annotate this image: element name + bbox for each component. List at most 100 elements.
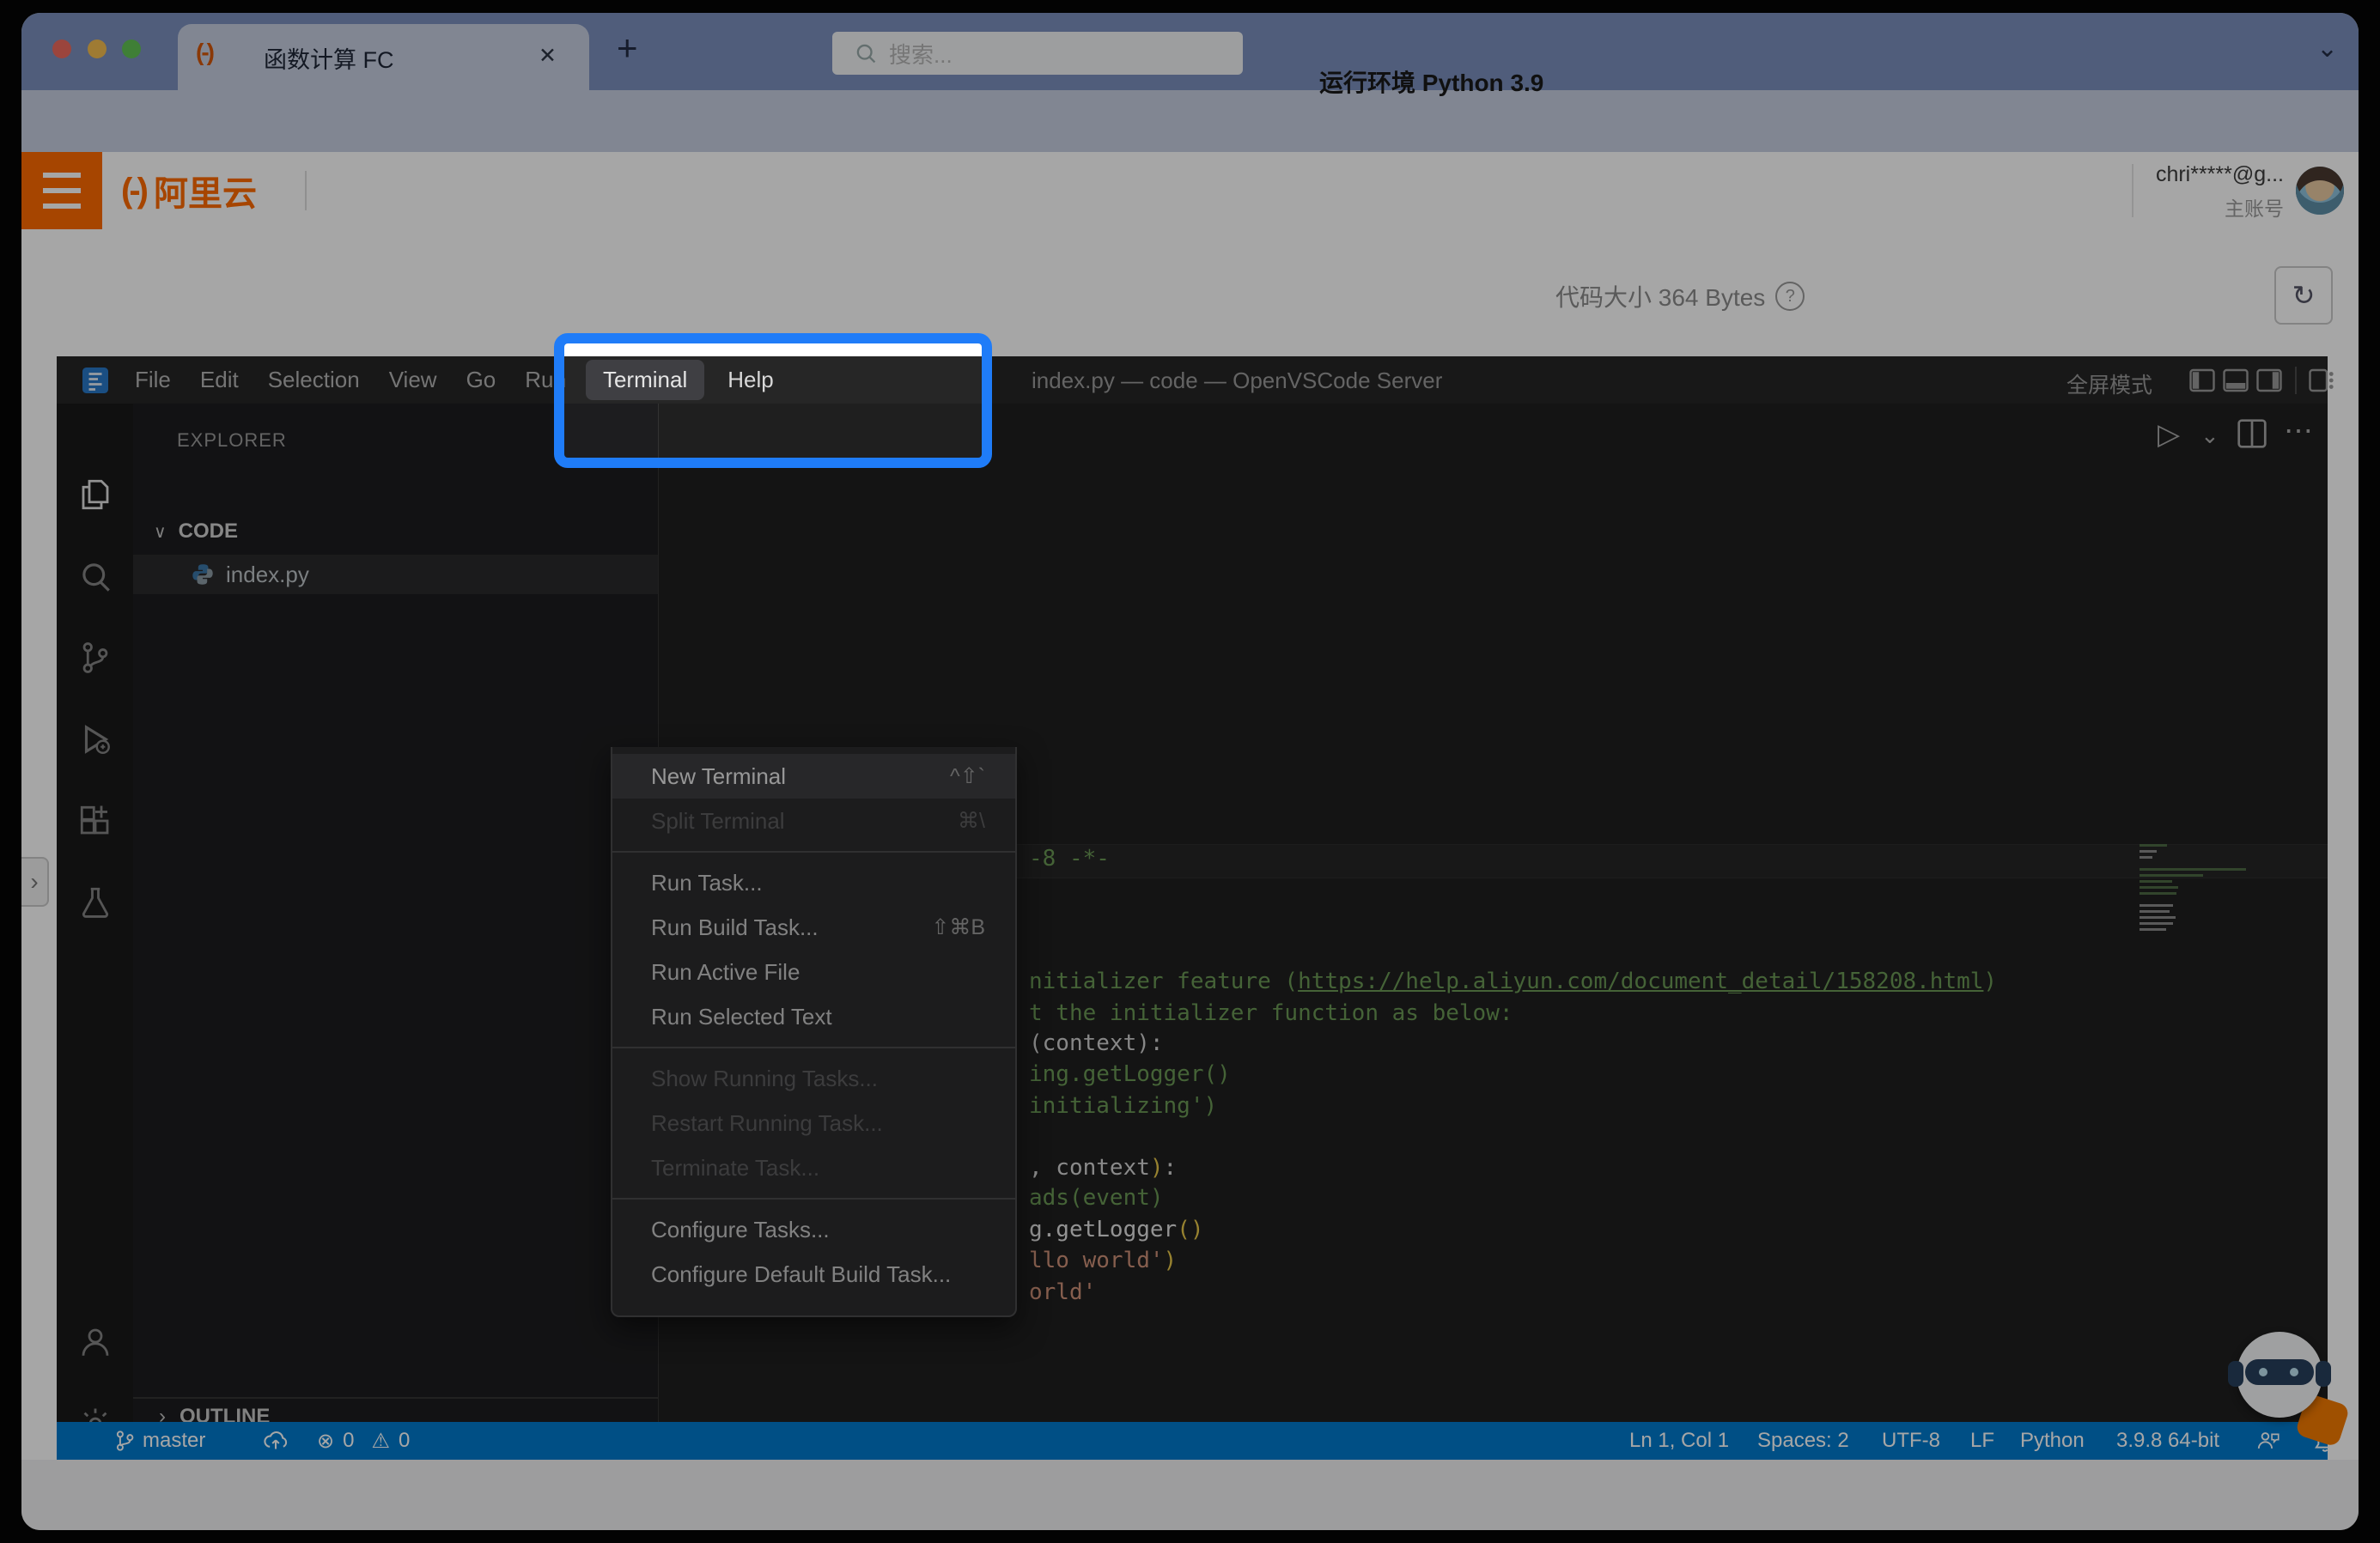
hamburger-line [43,204,81,209]
indentation-item[interactable]: Spaces: 2 [1757,1422,1849,1460]
console-search[interactable]: 搜索... [832,32,1243,75]
python-file-icon [192,563,214,586]
source-control-icon[interactable] [77,640,113,676]
robot-eye [2259,1368,2267,1376]
section-chevron-icon: ∨ [154,521,167,543]
runtime-label: 运行环境 Python 3.9 [1319,64,1543,99]
code-line-fragment: orld' [1029,1279,1096,1305]
window-zoom-button[interactable] [122,39,141,58]
minimap-line [2140,904,2173,907]
code-line-fragment: llo world') [1029,1248,1177,1273]
account-id: chri*****@g... [2146,162,2284,187]
menu-item-run-build-task[interactable]: Run Build Task...⇧⌘B [612,905,1015,950]
menu-separator [612,851,1015,853]
vscode-workbench: File Edit Selection View Go Run Terminal… [57,356,2328,1460]
menu-terminal[interactable]: Terminal [586,360,704,400]
minimap-line [2140,850,2157,853]
assistant-robot-widget[interactable] [2225,1325,2353,1454]
console-hamburger-button[interactable] [21,152,102,229]
tab-list-chevron-icon[interactable]: ⌄ [2316,33,2338,64]
menu-selection[interactable]: Selection [253,367,374,393]
search-icon[interactable] [77,558,113,594]
toggle-secondary-sidebar-icon[interactable] [2256,368,2282,393]
vscode-menubar: File Edit Selection View Go Run Terminal… [57,356,2328,404]
eol-item[interactable]: LF [1970,1422,1994,1460]
encoding-item[interactable]: UTF-8 [1882,1422,1940,1460]
run-debug-icon[interactable] [77,721,113,757]
menu-item-new-terminal[interactable]: New Terminal^⇧` [612,754,1015,799]
menu-item-run-task[interactable]: Run Task... [612,860,1015,905]
search-icon [855,42,877,64]
refresh-button[interactable]: ↻ [2274,266,2333,325]
python-version-item[interactable]: 3.9.8 64-bit [2116,1422,2219,1460]
hamburger-line [43,188,81,193]
expand-panel-toggle[interactable]: › [21,857,49,907]
branch-icon [113,1429,136,1453]
run-python-file-button[interactable]: ▷ [2158,417,2180,452]
window-minimize-button[interactable] [88,39,107,58]
menu-item-configure-tasks[interactable]: Configure Tasks... [612,1207,1015,1252]
menu-help[interactable]: Help [713,367,788,393]
sync-changes-item[interactable] [263,1422,289,1460]
file-name: index.py [226,562,309,588]
menu-item-configure-default-build-task[interactable]: Configure Default Build Task... [612,1252,1015,1297]
testing-flask-icon[interactable] [77,884,113,920]
code-line-fragment: -8 -*- [1029,846,1110,872]
menu-item-restart-running-task: Restart Running Task... [612,1101,1015,1145]
code-line-fragment: g.getLogger() [1029,1217,1204,1242]
menu-item-terminate-task: Terminate Task... [612,1145,1015,1190]
header-divider [305,171,307,210]
explorer-icon[interactable] [77,477,113,513]
code-line-fragment: ing.getLogger() [1029,1061,1231,1087]
run-dropdown-chevron-icon[interactable]: ⌄ [2200,422,2219,449]
minimap-line [2140,886,2178,889]
code-size-label: 代码大小 364 Bytes ? [1555,279,1805,313]
explorer-section-code[interactable]: ∨ CODE [133,513,658,550]
aliyun-logo-mark: (-) [121,172,145,210]
toggle-sidebar-icon[interactable] [2189,368,2215,393]
aliyun-logo-text: 阿里云 [154,166,257,216]
accounts-icon[interactable] [77,1324,113,1360]
branch-name: master [143,1429,205,1453]
menu-run[interactable]: Run [510,367,581,393]
info-icon[interactable]: ? [1775,282,1805,311]
browser-tab[interactable]: (-) 函数计算 FC ✕ [178,24,589,90]
problems-item[interactable]: ⊗0 ⚠0 [317,1422,410,1460]
extensions-icon[interactable] [77,803,113,839]
fullscreen-label[interactable]: 全屏模式 [2067,368,2152,399]
tab-close-icon[interactable]: ✕ [539,43,557,69]
minimap[interactable] [2140,844,2251,934]
split-editor-icon[interactable] [2237,419,2267,448]
window-close-button[interactable] [52,39,71,58]
git-branch-item[interactable]: master [113,1422,205,1460]
minimap-line [2140,880,2172,883]
menu-file[interactable]: File [120,367,186,393]
minimap-line [2140,868,2246,871]
editor-more-actions-icon[interactable]: ⋯ [2284,414,2313,448]
menu-edit[interactable]: Edit [186,367,253,393]
screen: (-) 函数计算 FC ✕ + ⌄ ← → ↻ ⌂ fcnext.console… [0,0,2380,1543]
menu-item-run-selected-text[interactable]: Run Selected Text [612,994,1015,1039]
menu-go[interactable]: Go [452,367,511,393]
toggle-panel-icon[interactable] [2223,368,2249,393]
errors-icon: ⊗ [317,1429,334,1454]
user-avatar[interactable] [2296,167,2344,215]
menu-separator [612,1198,1015,1200]
window-title: index.py — code — OpenVSCode Server [1032,368,1442,394]
cursor-position-item[interactable]: Ln 1, Col 1 [1629,1422,1729,1460]
account-type: 主账号 [2146,192,2284,222]
file-item-indexpy[interactable]: index.py [133,555,658,594]
account-info[interactable]: chri*****@g... 主账号 [2146,162,2284,222]
language-mode-item[interactable]: Python [2020,1422,2085,1460]
menu-item-split-terminal: Split Terminal⌘\ [612,799,1015,843]
menu-view[interactable]: View [374,367,452,393]
customize-layout-icon[interactable] [2309,368,2334,393]
function-toolbar: 测试函数 ∨ 实时日志 部署代码 运行环境 Python 3.9 代码大小 36… [21,229,2359,356]
console-header: (-) 阿里云 工作台 华东1（杭州） ∨ 搜索... 费用 ICP 备案 企业… [21,152,2359,229]
browser-toolbar: ← → ↻ ⌂ fcnext.console.aliyun.com/cn-han… [21,90,2359,152]
menu-item-run-active-file[interactable]: Run Active File [612,950,1015,994]
new-tab-button[interactable]: + [617,27,638,69]
aliyun-logo[interactable]: (-) 阿里云 [121,152,257,229]
minimap-line [2140,910,2170,913]
terminal-menu: New Terminal^⇧`Split Terminal⌘\ Run Task.… [611,747,1017,1317]
